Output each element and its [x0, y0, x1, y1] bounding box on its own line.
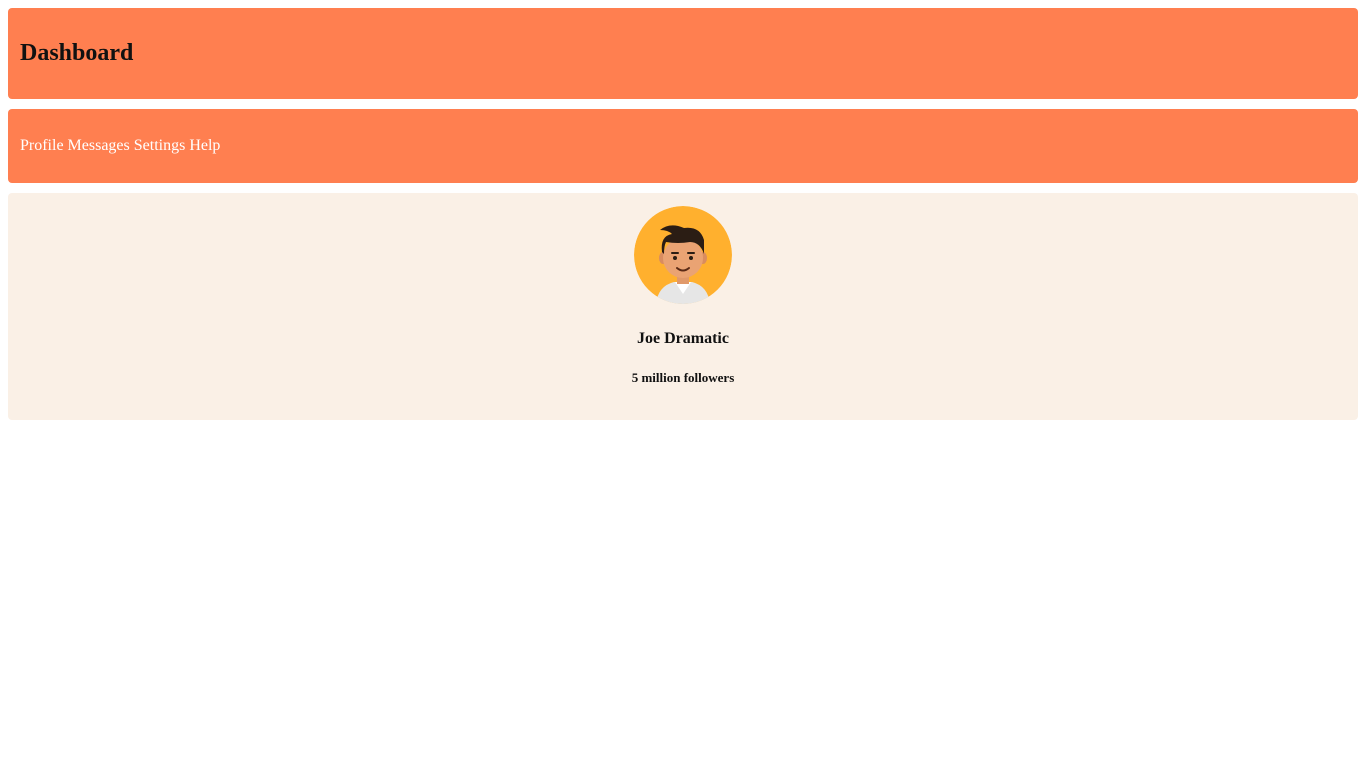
nav-item-profile[interactable]: Profile [20, 137, 64, 155]
nav-bar: Profile Messages Settings Help [8, 109, 1358, 183]
nav-item-messages[interactable]: Messages [68, 137, 130, 155]
dashboard-page: Dashboard Profile Messages Settings Help [0, 0, 1366, 768]
avatar [634, 206, 732, 304]
profile-card: Joe Dramatic 5 million followers [8, 193, 1358, 420]
nav-item-help[interactable]: Help [189, 137, 220, 155]
header: Dashboard [8, 8, 1358, 99]
follower-count: 5 million followers [631, 370, 735, 385]
page-title: Dashboard [20, 40, 134, 66]
nav-item-settings[interactable]: Settings [134, 137, 186, 155]
profile-name: Joe Dramatic [637, 330, 729, 347]
user-avatar-icon [634, 206, 732, 304]
